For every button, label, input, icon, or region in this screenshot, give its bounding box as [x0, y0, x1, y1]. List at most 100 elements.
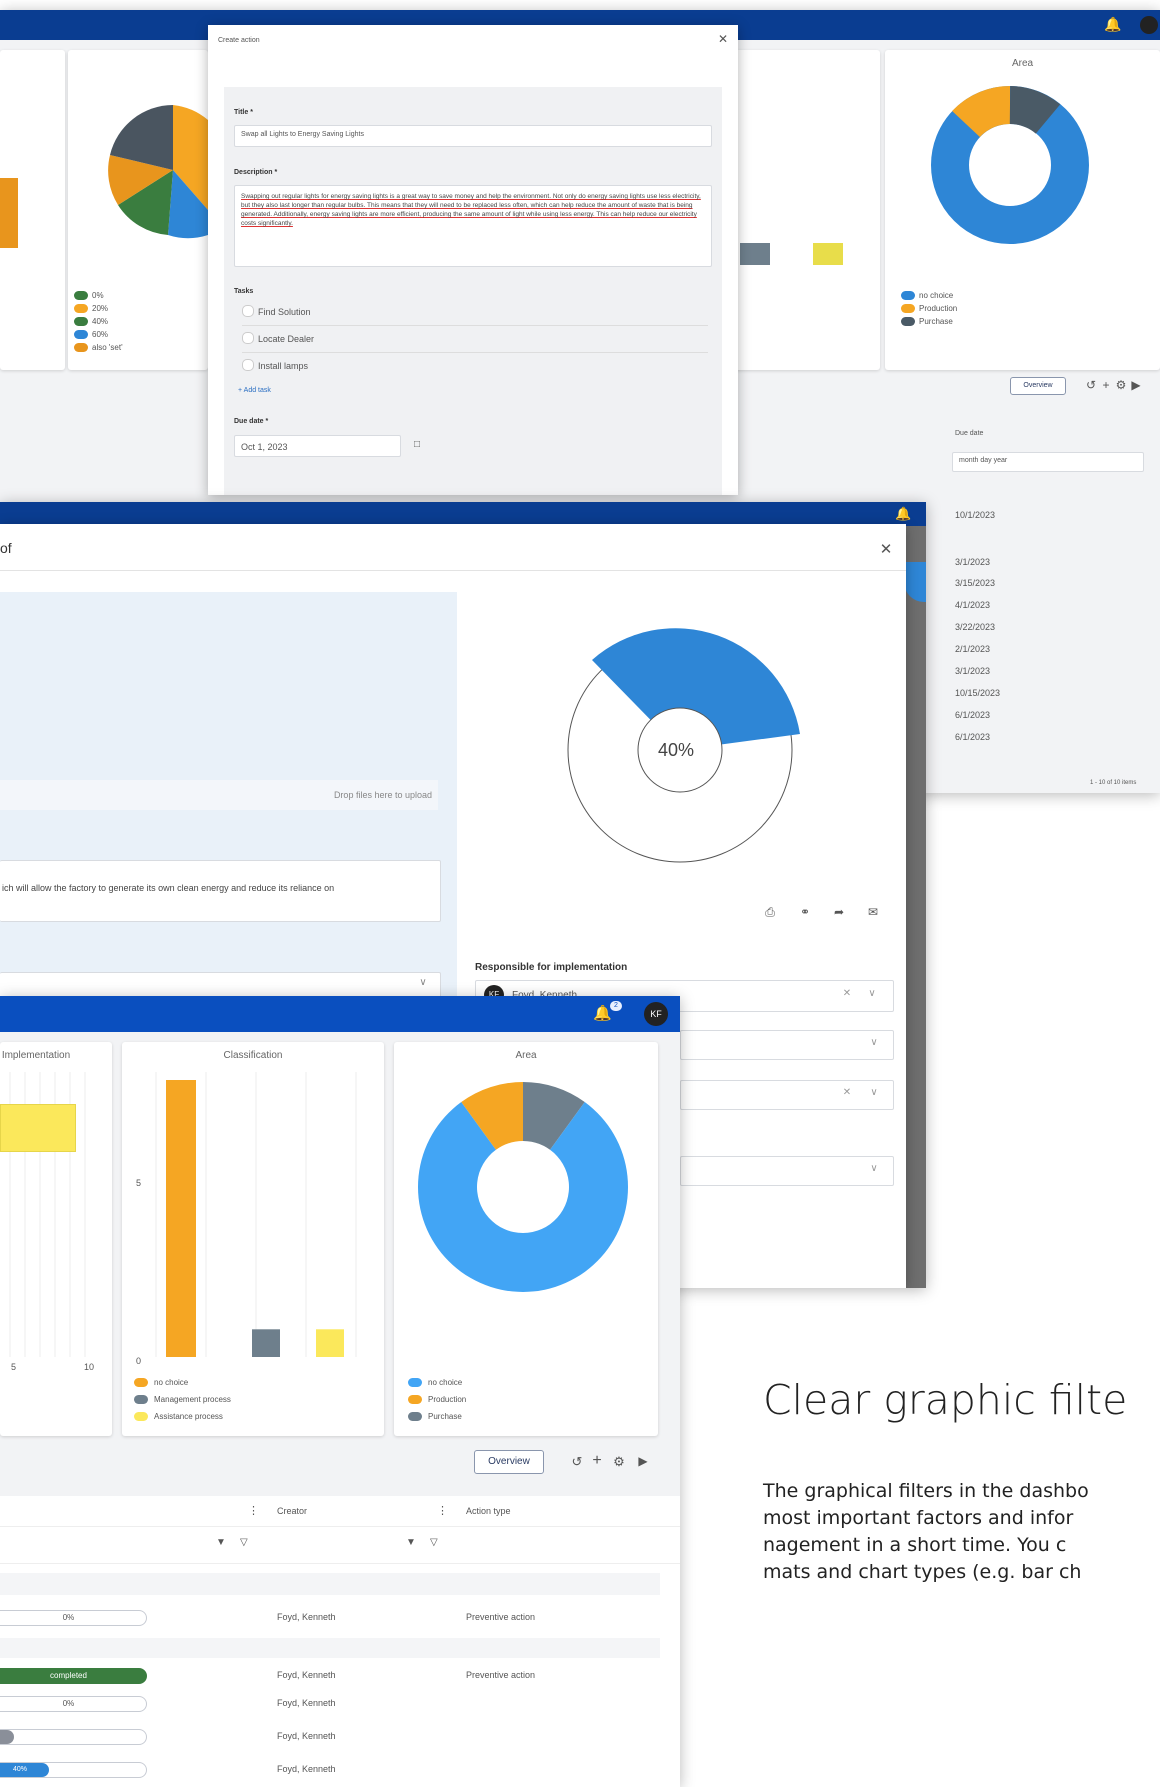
column-menu-icon[interactable]: ⋮ — [248, 1504, 259, 1517]
panel-left — [0, 50, 65, 370]
implementation-bar — [0, 1104, 76, 1152]
panel-classification: Classification 5 0 no choice Management … — [122, 1042, 384, 1436]
description-label: Description * — [234, 169, 278, 176]
responsible-label: Responsible for implementation — [475, 962, 628, 973]
add-icon[interactable]: + — [590, 1452, 604, 1470]
description-field[interactable]: Swapping out regular lights for energy s… — [234, 185, 712, 267]
panel-implementation: Implementation 5 10 — [0, 1042, 112, 1436]
filter-icon[interactable]: ▼ — [406, 1537, 416, 1548]
task-item: Install lamps — [242, 357, 708, 379]
filter-icon[interactable]: ▼ — [216, 1537, 226, 1548]
group-row — [0, 1573, 660, 1595]
class-legend-2: Assistance process — [154, 1412, 223, 1421]
bar-gray — [740, 243, 770, 265]
bar-management-process[interactable] — [252, 1329, 280, 1357]
filter-row: ▼ ▽ ▼ ▽ — [0, 1526, 680, 1564]
area-legend-0: no choice — [428, 1378, 463, 1387]
notifications-icon[interactable]: 🔔 — [895, 506, 915, 522]
progress-pill: 0% — [0, 1696, 147, 1712]
clear-filter-icon[interactable]: ▽ — [430, 1537, 438, 1548]
chevron-down-icon[interactable]: ∨ — [864, 988, 880, 999]
due-date-value: Oct 1, 2023 — [241, 442, 288, 452]
date-1: 3/1/2023 — [955, 557, 991, 567]
clear-icon[interactable]: ✕ — [841, 1087, 853, 1098]
classification-chart — [155, 1072, 357, 1357]
task-label: Locate Dealer — [258, 334, 315, 344]
due-date-label: Due date * — [234, 418, 269, 425]
due-date-filter-text: month day year — [959, 457, 1008, 464]
description-fragment: ich will allow the factory to generate i… — [2, 883, 335, 893]
chevron-down-icon[interactable]: ∨ — [866, 1037, 882, 1048]
select-field-3[interactable]: ✕ ∨ — [680, 1080, 894, 1110]
chevron-down-icon[interactable]: ∨ — [866, 1163, 882, 1174]
select-field-4[interactable]: ∨ — [680, 1156, 894, 1186]
calendar-icon[interactable]: □ — [411, 439, 423, 450]
select-field-2[interactable]: ∨ — [680, 1030, 894, 1060]
close-icon[interactable]: ✕ — [716, 32, 730, 46]
add-icon[interactable]: + — [1100, 378, 1112, 392]
due-date-filter[interactable]: month day year — [952, 452, 1144, 472]
task-checkbox[interactable] — [242, 359, 254, 371]
chevron-down-icon[interactable]: ∨ — [866, 1087, 882, 1098]
reset-icon[interactable]: ↺ — [570, 1454, 584, 1470]
clear-filter-icon[interactable]: ▽ — [240, 1537, 248, 1548]
bar-no-choice[interactable] — [166, 1080, 196, 1357]
link-icon[interactable]: ⚭ — [798, 905, 812, 919]
clear-icon[interactable]: ✕ — [841, 988, 853, 999]
task-checkbox[interactable] — [242, 332, 254, 344]
implementation-title: Implementation — [1, 1050, 71, 1061]
select-field[interactable]: ∨ — [0, 972, 441, 998]
print-icon[interactable]: ⎙ — [763, 905, 777, 920]
column-header-creator[interactable]: Creator — [277, 1506, 307, 1516]
notifications-icon[interactable]: 🔔 — [1104, 16, 1126, 32]
export-icon[interactable]: ▶ — [636, 1454, 650, 1468]
date-5: 2/1/2023 — [955, 644, 991, 654]
panel-pie: 0% 20% 40% 60% also 'set' — [68, 50, 208, 370]
add-task-link[interactable]: + Add task — [238, 387, 271, 394]
action-type-cell: Preventive action — [466, 1670, 536, 1680]
description-field[interactable]: ich will allow the factory to generate i… — [0, 860, 441, 922]
date-0: 10/1/2023 — [955, 510, 996, 520]
create-action-modal: Create action ✕ Title * Swap all Lights … — [208, 25, 738, 495]
group-row — [0, 1638, 660, 1658]
task-checkbox[interactable] — [242, 305, 254, 317]
panel-bars — [735, 50, 880, 370]
title-field[interactable]: Swap all Lights to Energy Saving Lights — [234, 125, 712, 147]
settings-icon[interactable]: ⚙ — [1115, 378, 1127, 392]
avatar[interactable]: KF — [644, 1002, 668, 1026]
chevron-down-icon[interactable]: ∨ — [415, 977, 431, 988]
settings-icon[interactable]: ⚙ — [612, 1454, 626, 1470]
task-label: Install lamps — [258, 361, 309, 371]
class-legend-0: no choice — [154, 1378, 189, 1387]
close-icon[interactable]: ✕ — [878, 540, 894, 558]
paragraph-line: The graphical filters in the dashbo — [763, 1480, 1089, 1502]
column-menu-icon[interactable]: ⋮ — [437, 1504, 448, 1517]
overview-button[interactable]: Overview — [474, 1450, 544, 1474]
impl-tick: 5 — [11, 1362, 17, 1372]
pie-legend-4: also 'set' — [92, 343, 123, 352]
due-date-field[interactable]: Oct 1, 2023 □ — [234, 435, 420, 457]
date-9: 6/1/2023 — [955, 732, 991, 742]
avatar[interactable] — [1140, 16, 1158, 34]
reset-icon[interactable]: ↺ — [1085, 378, 1097, 392]
export-icon[interactable]: ▶ — [1130, 378, 1142, 392]
overview-button[interactable]: Overview — [1010, 377, 1066, 395]
bar-assistance-process[interactable] — [316, 1329, 344, 1357]
share-icon[interactable]: ➦ — [832, 905, 846, 919]
drop-files-text: Drop files here to upload — [333, 790, 432, 800]
task-item: Locate Dealer — [242, 330, 708, 353]
mail-icon[interactable]: ✉ — [866, 905, 880, 919]
area-title: Area — [515, 1050, 537, 1061]
drop-zone[interactable]: Drop files here to upload — [0, 780, 438, 810]
creator-cell: Foyd, Kenneth — [277, 1698, 336, 1708]
front-screenshot: 🔔 2 KF Implementation 5 10 Classificatio… — [0, 996, 680, 1787]
area-donut — [418, 1082, 628, 1292]
progress-pill: completed — [0, 1668, 147, 1684]
column-due-date[interactable]: Due date — [955, 430, 983, 437]
date-6: 3/1/2023 — [955, 666, 991, 676]
data-table: Creator ⋮ Action type ⋮ ▼ ▽ ▼ ▽ 0% Foyd,… — [0, 1496, 680, 1787]
column-header-action-type[interactable]: Action type — [466, 1506, 511, 1516]
class-tick: 5 — [136, 1178, 142, 1188]
modal-divider — [0, 570, 906, 571]
area-legend-1: Production — [428, 1395, 467, 1404]
